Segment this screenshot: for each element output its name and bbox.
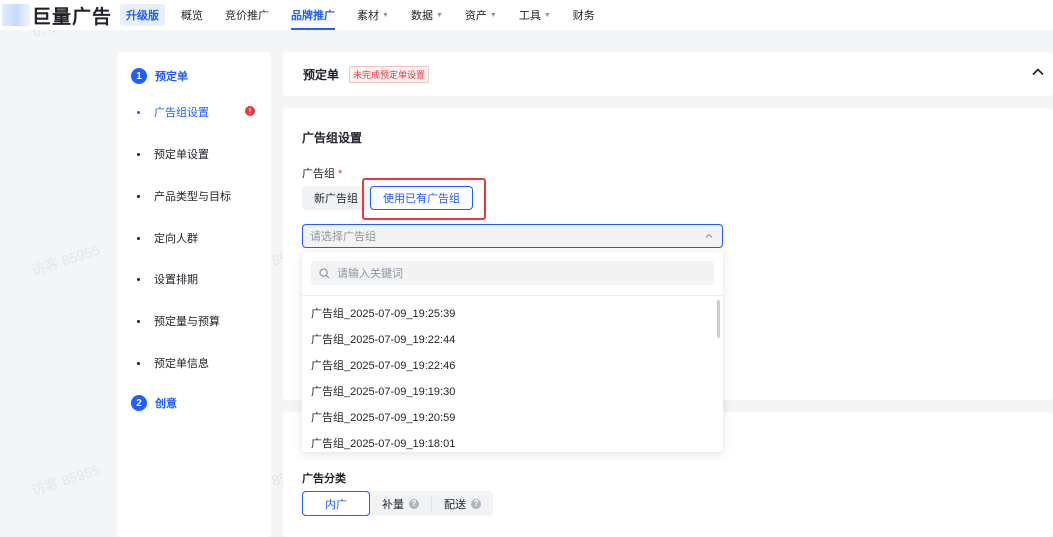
nav-item[interactable]: 素材 ▼ — [357, 0, 389, 30]
step-item-order-settings[interactable]: 预定单设置 — [137, 146, 209, 162]
highlight-annotation — [362, 178, 486, 220]
warning-icon: ! — [245, 106, 255, 116]
step-item-product-type[interactable]: 产品类型与目标 — [137, 188, 231, 204]
new-adgroup-button[interactable]: 新广告组 — [302, 186, 370, 210]
dropdown-scrollbar[interactable] — [717, 300, 720, 338]
step-item-label: 预定单设置 — [154, 149, 209, 161]
dropdown-option-list: 广告组_2025-07-09_19:25:39 广告组_2025-07-09_1… — [302, 300, 723, 452]
category-delivery-button[interactable]: 配送 ? — [432, 491, 493, 516]
nav-item-label: 工具 — [518, 10, 541, 22]
nav-item-label: 竞价推广 — [225, 10, 270, 22]
nav-item[interactable]: 竞价推广 — [225, 0, 269, 30]
adgroup-field-label: 广告组 * — [302, 165, 342, 181]
nav-item[interactable]: 数据 ▼ — [411, 0, 443, 30]
bullet-icon — [137, 277, 140, 281]
bullet-icon — [137, 110, 140, 114]
step-item-schedule[interactable]: 设置排期 — [137, 271, 198, 287]
help-icon[interactable]: ? — [471, 498, 481, 509]
category-supplement-button[interactable]: 补量 ? — [370, 491, 431, 516]
step-1-number: 1 — [131, 68, 147, 84]
step-item-label: 预定单信息 — [154, 358, 209, 370]
step-item-label: 广告组设置 — [154, 107, 209, 119]
step-item-label: 设置排期 — [154, 274, 198, 286]
brand-name: 巨量广告 — [32, 6, 113, 28]
adgroup-select[interactable]: 请选择广告组 — [302, 224, 723, 248]
main-nav: 概览 竞价推广 品牌推广 素材 ▼ 数据 ▼ 资产 ▼ 工具 ▼ 财务 — [181, 0, 617, 30]
ad-category-label: 广告分类 — [302, 473, 346, 485]
nav-item-label: 数据 — [410, 10, 433, 22]
nav-item[interactable]: 财务 — [573, 0, 595, 30]
watermark: 访客 85955 — [29, 241, 102, 279]
nav-item[interactable]: 品牌推广 — [291, 0, 336, 30]
bullet-icon — [137, 152, 140, 156]
step-item-adgroup-settings[interactable]: 广告组设置 — [137, 104, 209, 120]
logo-icon — [2, 4, 30, 26]
nav-item[interactable]: 概览 — [181, 0, 203, 30]
step-item-order-info[interactable]: 预定单信息 — [137, 355, 209, 371]
dropdown-option[interactable]: 广告组_2025-07-09_19:25:39 — [302, 300, 723, 326]
dropdown-option[interactable]: 广告组_2025-07-09_19:22:44 — [302, 326, 723, 352]
category-internal-button[interactable]: 内广 — [302, 491, 370, 516]
step-2-number: 2 — [131, 395, 147, 411]
nav-item-label: 素材 — [357, 10, 380, 22]
dropdown-search-input[interactable]: 请输入关键词 — [311, 261, 714, 285]
step-item-volume-budget[interactable]: 预定量与预算 — [137, 313, 220, 329]
category-delivery-label: 配送 — [444, 498, 466, 511]
step-item-label: 定向人群 — [154, 233, 198, 245]
adgroup-field-label-text: 广告组 — [302, 168, 335, 180]
step-1-header[interactable]: 1 预定单 — [131, 68, 188, 84]
required-mark: * — [338, 168, 343, 180]
help-icon[interactable]: ? — [409, 498, 419, 509]
bullet-icon — [137, 236, 140, 240]
adgroup-dropdown: 请输入关键词 广告组_2025-07-09_19:25:39 广告组_2025-… — [302, 252, 723, 452]
caret-down-icon: ▼ — [489, 11, 497, 19]
nav-item-label: 概览 — [181, 10, 204, 22]
dropdown-option[interactable]: 广告组_2025-07-09_19:22:46 — [302, 352, 723, 378]
caret-down-icon: ▼ — [382, 11, 389, 19]
search-placeholder: 请输入关键词 — [337, 268, 403, 280]
order-card: 预定单 未完成预定单设置 — [283, 52, 1053, 96]
chevron-up-icon[interactable] — [1031, 65, 1045, 79]
nav-item-label: 资产 — [464, 10, 487, 22]
steps-panel: 1 预定单 广告组设置 ! 预定单设置 产品类型与目标 定向人群 设置排期 预定… — [117, 52, 271, 537]
dropdown-option[interactable]: 广告组_2025-07-09_19:18:01 — [302, 430, 723, 452]
category-supplement-label: 补量 — [382, 498, 404, 511]
divider — [302, 295, 723, 296]
caret-down-icon: ▼ — [435, 11, 443, 19]
top-navigation-bar: 巨量广告 升级版 概览 竞价推广 品牌推广 素材 ▼ 数据 ▼ 资产 ▼ 工具 ▼ 财务 — [0, 0, 1053, 30]
ad-category-toggle: 内广 补量 ? 配送 ? — [302, 491, 493, 516]
bullet-icon — [137, 194, 140, 198]
caret-down-icon: ▼ — [543, 11, 551, 19]
nav-item[interactable]: 工具 ▼ — [519, 0, 551, 30]
step-item-targeting[interactable]: 定向人群 — [137, 230, 198, 246]
nav-item-label: 品牌推广 — [291, 10, 336, 22]
order-card-title: 预定单 — [303, 68, 340, 82]
step-item-label: 产品类型与目标 — [154, 191, 231, 203]
step-item-label: 预定量与预算 — [154, 316, 220, 328]
nav-item[interactable]: 资产 ▼ — [465, 0, 497, 30]
edition-badge: 升级版 — [120, 4, 166, 26]
step-2-title: 创意 — [155, 398, 177, 410]
adgroup-select-placeholder: 请选择广告组 — [310, 231, 376, 243]
bullet-icon — [137, 319, 140, 323]
section-title: 广告组设置 — [302, 131, 363, 145]
step-1-title: 预定单 — [155, 71, 188, 83]
bullet-icon — [137, 361, 140, 365]
status-badge: 未完成预定单设置 — [349, 66, 430, 83]
nav-item-label: 财务 — [572, 10, 595, 22]
dropdown-option[interactable]: 广告组_2025-07-09_19:20:59 — [302, 404, 723, 430]
dropdown-option[interactable]: 广告组_2025-07-09_19:19:30 — [302, 378, 723, 404]
watermark: 访客 85955 — [29, 461, 102, 499]
chevron-up-icon — [705, 233, 713, 238]
search-icon — [319, 267, 330, 278]
step-2-header[interactable]: 2 创意 — [131, 395, 177, 411]
